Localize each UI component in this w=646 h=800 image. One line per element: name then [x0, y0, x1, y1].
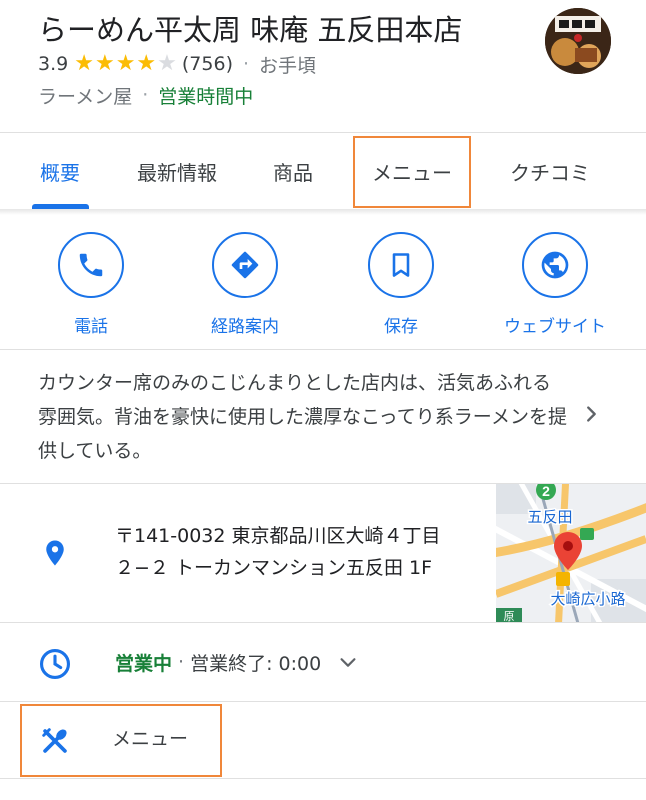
map-thumbnail[interactable]: 2 五反田 大崎広小路 原: [496, 484, 646, 622]
chevron-down-icon[interactable]: [337, 651, 359, 673]
hours-open-status: 営業中: [115, 652, 173, 675]
category-row: ラーメン屋 · 営業時間中: [38, 80, 253, 110]
place-description[interactable]: カウンター席のみのこじんまりとした店内は、活気あふれる雰囲気。背油を豪快に使用し…: [38, 366, 568, 468]
menu-tab-highlight-box: [353, 136, 471, 208]
map-partial-label: 原: [504, 610, 515, 622]
train-icon: [580, 528, 594, 540]
directions-label: 経路案内: [211, 317, 279, 337]
separator-dot: ·: [142, 84, 149, 106]
train-icon: [556, 572, 570, 586]
category: ラーメン屋: [38, 85, 133, 108]
bookmark-icon: [392, 253, 410, 277]
call-button-circle: [58, 232, 124, 298]
hours-text: 営業中 · 営業終了: 0:00: [115, 647, 359, 677]
place-thumbnail[interactable]: [545, 8, 611, 74]
rating-value: 3.9: [38, 53, 69, 75]
location-pin-icon: [46, 540, 64, 566]
star-icon: ★: [136, 51, 157, 76]
chevron-right-icon[interactable]: [580, 403, 602, 425]
save-button[interactable]: 保存: [336, 232, 466, 337]
action-buttons: 電話 経路案内 保存 ウェブサイト: [0, 215, 646, 349]
price-level: お手頃: [259, 54, 317, 77]
website-label: ウェブサイト: [504, 317, 606, 337]
hours-row[interactable]: 営業中 · 営業終了: 0:00: [0, 623, 646, 701]
directions-button[interactable]: 経路案内: [180, 232, 310, 337]
tab-updates[interactable]: 最新情報: [118, 133, 236, 209]
separator-dot: ·: [178, 651, 185, 673]
call-button[interactable]: 電話: [26, 232, 156, 337]
save-button-circle: [368, 232, 434, 298]
tab-overview[interactable]: 概要: [20, 133, 100, 209]
phone-icon: [79, 253, 103, 277]
globe-icon: [541, 251, 569, 279]
divider: [0, 349, 646, 350]
station-label-osakihirokoji: 大崎広小路: [550, 590, 625, 608]
directions-icon: [231, 251, 259, 279]
call-label: 電話: [74, 317, 108, 337]
address-line-1: 〒141-0032 東京都品川区大崎４丁目: [115, 525, 441, 547]
rating-stars: ★ ★ ★ ★ ★: [74, 53, 178, 75]
directions-button-circle: [212, 232, 278, 298]
save-label: 保存: [384, 317, 418, 337]
star-icon: ★: [74, 51, 94, 76]
place-title: らーめん平太周 味庵 五反田本店: [38, 13, 463, 47]
route-badge-number: 2: [542, 484, 550, 499]
website-button-circle: [522, 232, 588, 298]
star-icon: ★: [115, 51, 136, 76]
clock-icon: [39, 648, 71, 680]
tab-bar: 概要 最新情報 商品 メニュー クチコミ: [0, 133, 646, 209]
tab-products[interactable]: 商品: [255, 133, 331, 209]
divider: [0, 778, 646, 779]
address-section[interactable]: 〒141-0032 東京都品川区大崎４丁目 ２−２ トーカンマンション五反田 1…: [0, 484, 646, 622]
star-empty-icon: ★: [157, 51, 177, 76]
tab-reviews[interactable]: クチコミ: [490, 133, 610, 209]
menu-row-highlight-box: [20, 704, 222, 777]
address-text: 〒141-0032 東京都品川区大崎４丁目 ２−２ トーカンマンション五反田 1…: [115, 520, 485, 584]
separator-dot: ·: [242, 53, 250, 75]
open-status: 営業時間中: [158, 85, 254, 108]
rating-row[interactable]: 3.9 ★ ★ ★ ★ ★ (756) · お手頃: [38, 50, 316, 78]
star-icon: ★: [94, 51, 115, 76]
station-label-gotanda: 五反田: [527, 508, 572, 526]
closing-time: 営業終了: 0:00: [190, 652, 322, 675]
review-count: (756): [181, 53, 233, 75]
place-header: らーめん平太周 味庵 五反田本店 3.9 ★ ★ ★ ★ ★ (756) · お…: [0, 0, 646, 132]
website-button[interactable]: ウェブサイト: [490, 232, 620, 337]
address-line-2: ２−２ トーカンマンション五反田 1F: [115, 557, 433, 579]
